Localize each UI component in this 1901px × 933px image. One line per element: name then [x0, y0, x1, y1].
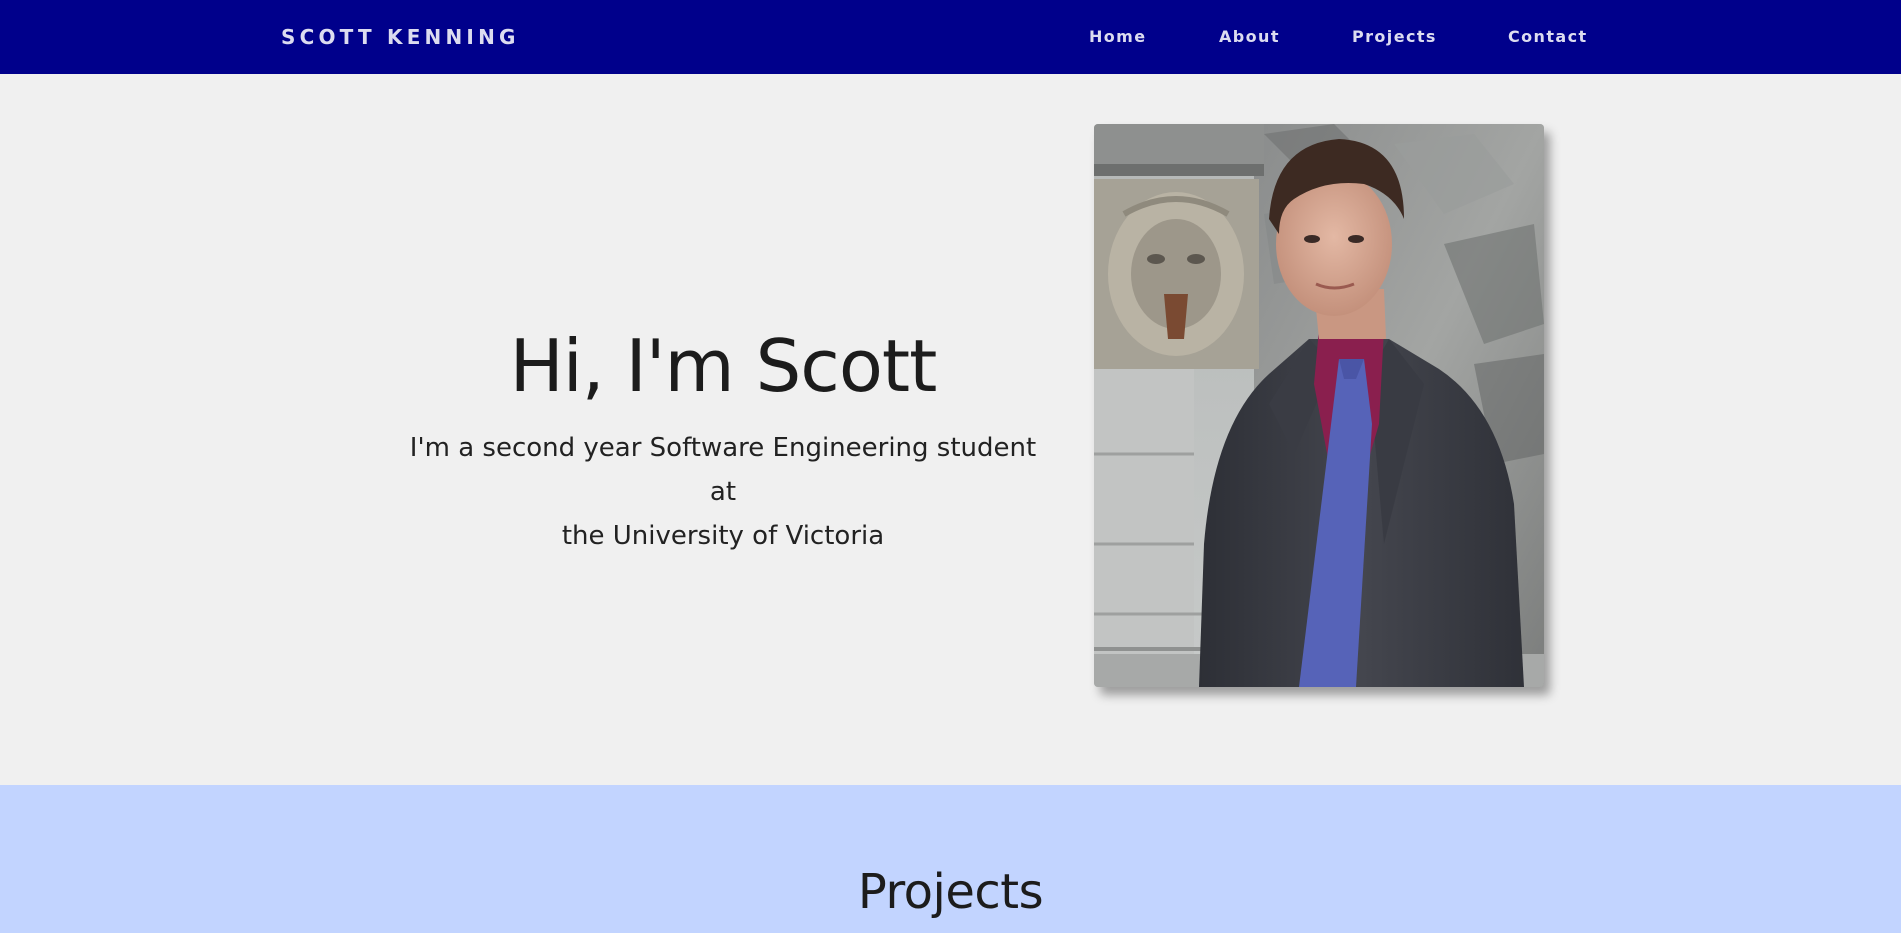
hero-text-block: Hi, I'm Scott I'm a second year Software…: [400, 324, 1046, 558]
hero-subtitle: I'm a second year Software Engineering s…: [400, 426, 1046, 558]
hero-section: Hi, I'm Scott I'm a second year Software…: [0, 74, 1901, 785]
brand-logo-link[interactable]: SCOTT KENNING: [281, 24, 520, 50]
projects-heading: Projects: [857, 864, 1044, 920]
nav-link-home[interactable]: Home: [1089, 26, 1147, 48]
hero-subtitle-line-1: I'm a second year Software Engineering s…: [409, 433, 1037, 507]
hero-heading: Hi, I'm Scott: [509, 324, 938, 408]
navbar: SCOTT KENNING Home About Projects Contac…: [0, 0, 1901, 74]
profile-photo: [1094, 124, 1544, 687]
projects-section: Projects: [0, 785, 1901, 933]
hero-subtitle-line-2: the University of Victoria: [561, 521, 885, 551]
nav-link-contact[interactable]: Contact: [1508, 26, 1588, 48]
nav-link-about[interactable]: About: [1219, 26, 1280, 48]
nav-link-projects[interactable]: Projects: [1352, 26, 1437, 48]
